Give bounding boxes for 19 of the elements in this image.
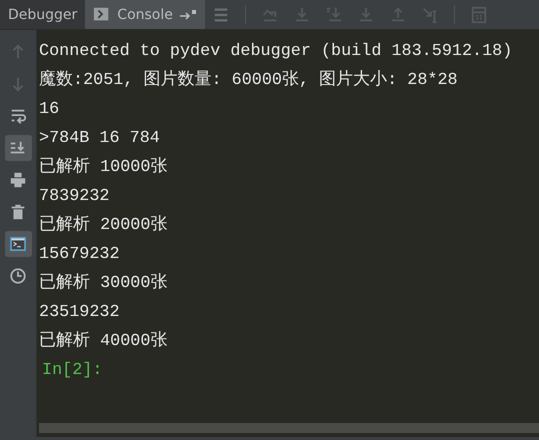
- console-line: 魔数:2051, 图片数量: 60000张, 图片大小: 28*28: [39, 68, 459, 92]
- console-line: 已解析 20000张: [39, 214, 168, 237]
- console-icon: [93, 6, 112, 24]
- input-prompt: In[2]:: [41, 360, 104, 382]
- console-line: 已解析 40000张: [39, 330, 168, 353]
- console-line: 16: [39, 99, 60, 121]
- scrollbar[interactable]: [39, 423, 539, 433]
- console-line: 7839232: [39, 186, 110, 208]
- console-line: 已解析 10000张: [39, 156, 168, 179]
- console-line: 23519232: [39, 302, 121, 324]
- console-line: >784B 16 784: [39, 128, 161, 150]
- tab[interactable]: Console: [85, 0, 205, 29]
- tab[interactable]: Debugger: [0, 0, 86, 29]
- console-line: 15679232: [39, 244, 121, 266]
- scroll-to-end-icon[interactable]: [4, 135, 32, 161]
- console-line: Connected to pydev debugger (build 183.5912.18): [39, 41, 514, 63]
- console-line: 已解析 30000张: [39, 272, 168, 295]
- console-icon[interactable]: [4, 231, 32, 257]
- pin-icon[interactable]: [178, 8, 197, 20]
